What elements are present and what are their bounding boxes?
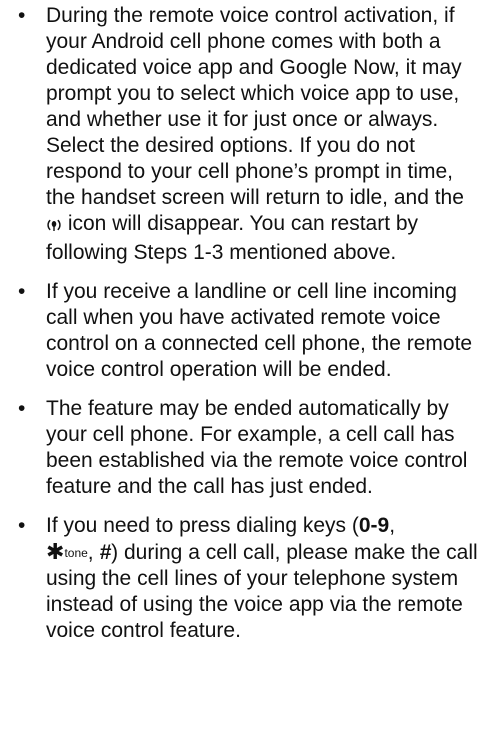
note-item-auto-ended: • The feature may be ended automatically… [12, 396, 480, 500]
note-item-dialing-keys: • If you need to press dialing keys (0-9… [12, 513, 480, 644]
note-item-voice-app-prompt: • During the remote voice control activa… [12, 3, 480, 266]
note-text: If you need to press dialing keys ( [46, 514, 359, 537]
bullet: • [18, 514, 26, 537]
voice-control-icon [46, 214, 62, 240]
manual-page: • During the remote voice control activa… [0, 0, 488, 750]
bullet: • [18, 397, 26, 420]
separator: , [389, 514, 396, 537]
separator: , [87, 541, 100, 564]
note-text-continued: icon will disappear. You can restart by … [46, 212, 419, 264]
note-text-continued: ) during a cell call, please make the ca… [46, 541, 478, 642]
note-text: If you receive a landline or cell line i… [46, 280, 473, 381]
hash-key-icon: # [99, 541, 112, 564]
notes-list: • During the remote voice control activa… [12, 3, 480, 644]
digit-keys-label: 0-9 [358, 514, 390, 537]
bullet: • [18, 280, 26, 303]
note-text: The feature may be ended automatically b… [46, 397, 468, 498]
bullet: • [18, 4, 26, 27]
note-text: During the remote voice control activati… [46, 4, 464, 209]
note-item-incoming-call: • If you receive a landline or cell line… [12, 279, 480, 383]
star-key-icon: ✱ [46, 539, 65, 564]
tone-label: tone [64, 546, 88, 560]
